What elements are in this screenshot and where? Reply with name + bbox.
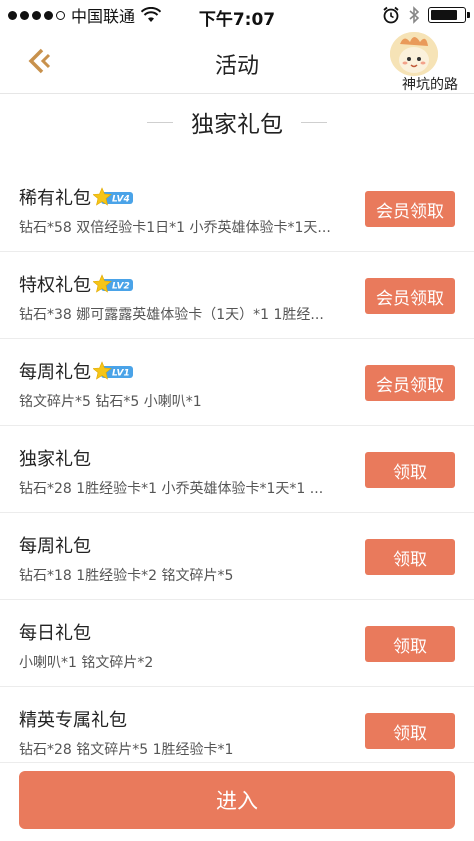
svg-text:LV1: LV1 bbox=[112, 369, 130, 379]
nav-bar: 活动 神坑的路 bbox=[0, 30, 474, 94]
status-right bbox=[382, 6, 470, 24]
member-claim-button[interactable]: 会员领取 bbox=[365, 365, 455, 401]
gift-row: 每周礼包 LV1 铭文碎片*5 钻石*5 小喇叭*1 会员领取 bbox=[0, 339, 474, 426]
gift-description: 钻石*38 娜可露露英雄体验卡（1天）*1 1胜经... bbox=[19, 307, 324, 323]
gift-row: 稀有礼包 LV4 钻石*58 双倍经验卡1日*1 小乔英雄体验卡*1天... 会… bbox=[0, 165, 474, 252]
gift-name: 每周礼包 bbox=[19, 536, 91, 557]
user-name: 神坑的路 bbox=[402, 77, 458, 93]
gift-row: 特权礼包 LV2 钻石*38 娜可露露英雄体验卡（1天）*1 1胜经... 会员… bbox=[0, 252, 474, 339]
member-claim-button[interactable]: 会员领取 bbox=[365, 191, 455, 227]
user-profile[interactable]: 神坑的路 bbox=[362, 30, 462, 94]
gift-description: 钻石*58 双倍经验卡1日*1 小乔英雄体验卡*1天... bbox=[19, 220, 331, 236]
gift-description: 钻石*28 1胜经验卡*1 小乔英雄体验卡*1天*1 ... bbox=[19, 481, 324, 497]
bluetooth-icon bbox=[409, 6, 420, 24]
gift-name: 精英专属礼包 bbox=[19, 710, 127, 731]
claim-button[interactable]: 领取 bbox=[365, 452, 455, 488]
battery-icon bbox=[428, 7, 470, 23]
gift-name: 每日礼包 bbox=[19, 623, 91, 644]
svg-text:LV2: LV2 bbox=[112, 282, 130, 292]
gift-name: 稀有礼包 bbox=[19, 188, 91, 209]
gift-name: 每周礼包 bbox=[19, 362, 91, 383]
claim-button[interactable]: 领取 bbox=[365, 713, 455, 749]
member-claim-button[interactable]: 会员领取 bbox=[365, 278, 455, 314]
claim-button[interactable]: 领取 bbox=[365, 626, 455, 662]
claim-button[interactable]: 领取 bbox=[365, 539, 455, 575]
gift-row: 精英专属礼包 钻石*28 铭文碎片*5 1胜经验卡*1 领取 bbox=[0, 687, 474, 774]
vip-level-badge-icon: LV2 bbox=[93, 274, 135, 294]
gift-description: 钻石*28 铭文碎片*5 1胜经验卡*1 bbox=[19, 742, 234, 758]
gift-name: 特权礼包 bbox=[19, 275, 91, 296]
section-header: 独家礼包 bbox=[0, 100, 474, 144]
enter-button[interactable]: 进入 bbox=[19, 771, 455, 829]
svg-text:LV4: LV4 bbox=[112, 195, 130, 205]
gift-row: 独家礼包 钻石*28 1胜经验卡*1 小乔英雄体验卡*1天*1 ... 领取 bbox=[0, 426, 474, 513]
gift-description: 小喇叭*1 铭文碎片*2 bbox=[19, 655, 154, 671]
status-bar: 中国联通 下午7:07 bbox=[0, 0, 474, 30]
gift-description: 钻石*18 1胜经验卡*2 铭文碎片*5 bbox=[19, 568, 234, 584]
gift-list: 稀有礼包 LV4 钻石*58 双倍经验卡1日*1 小乔英雄体验卡*1天... 会… bbox=[0, 165, 474, 774]
gift-description: 铭文碎片*5 钻石*5 小喇叭*1 bbox=[19, 394, 202, 410]
divider bbox=[147, 121, 173, 123]
vip-level-badge-icon: LV4 bbox=[93, 187, 135, 207]
gift-row: 每日礼包 小喇叭*1 铭文碎片*2 领取 bbox=[0, 600, 474, 687]
bottom-bar: 进入 bbox=[0, 762, 474, 841]
gift-name: 独家礼包 bbox=[19, 449, 91, 470]
avatar[interactable] bbox=[390, 32, 438, 76]
gift-row: 每周礼包 钻石*18 1胜经验卡*2 铭文碎片*5 领取 bbox=[0, 513, 474, 600]
vip-level-badge-icon: LV1 bbox=[93, 361, 135, 381]
alarm-icon bbox=[383, 6, 399, 24]
section-title: 独家礼包 bbox=[191, 112, 283, 138]
divider bbox=[301, 121, 327, 123]
